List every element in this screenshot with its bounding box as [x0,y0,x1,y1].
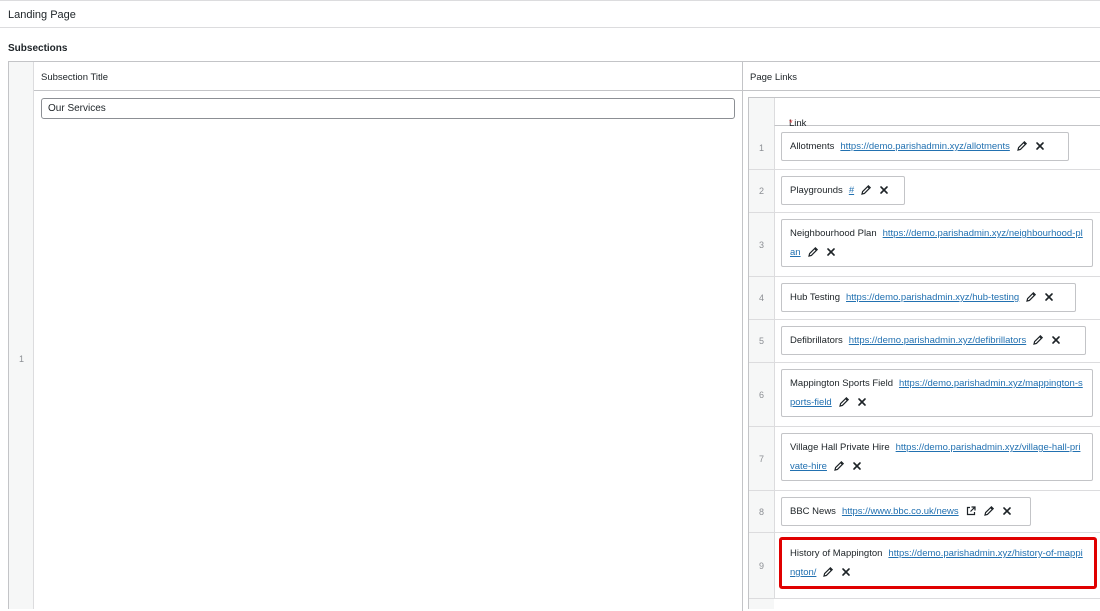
subsections-label: Subsections [8,43,68,54]
close-icon[interactable] [851,460,863,472]
link-cell: Playgrounds # [774,170,1100,212]
link-url[interactable]: https://demo.parishadmin.xyz/defibrillat… [849,335,1026,346]
close-icon[interactable] [840,566,852,578]
close-icon[interactable] [1043,291,1055,303]
link-title: Village Hall Private Hire [790,442,890,453]
link-title: Neighbourhood Plan [790,228,877,239]
link-row: 5 Defibrillators https://demo.parishadmin.… [749,320,1100,363]
subsection-title-cell [34,91,743,611]
page-header: Landing Page [0,0,1100,28]
link-row: 8 BBC News https://www.bbc.co.uk/news [749,491,1100,533]
link-cell: BBC News https://www.bbc.co.uk/news [774,491,1100,532]
pencil-icon[interactable] [1025,291,1037,303]
link-row-number[interactable]: 5 [749,336,774,346]
link-value-box: History of Mappington https://demo.parish… [779,537,1097,589]
link-row-number[interactable]: 6 [749,390,774,400]
link-cell: Defibrillators https://demo.parishadmin.x… [774,320,1100,362]
link-title: BBC News [790,506,836,517]
link-value-box: Defibrillators https://demo.parishadmin.x… [781,326,1086,355]
link-row: 7 Village Hall Private Hire https://demo.p… [749,427,1100,491]
subsection-row-number[interactable]: 1 [9,354,34,364]
column-header-page-links: Page Links [743,62,1100,91]
link-row-number[interactable]: 3 [749,240,774,250]
pencil-icon[interactable] [983,505,995,517]
link-row-number[interactable]: 8 [749,507,774,517]
link-title: Hub Testing [790,292,840,303]
link-cell: Hub Testing https://demo.parishadmin.xyz/… [774,277,1100,319]
link-row: 1 Allotments https://demo.parishadmin.xyz/… [749,126,1100,170]
link-cell: Allotments https://demo.parishadmin.xyz/a… [774,126,1100,169]
link-row: 4 Hub Testing https://demo.parishadmin.xyz… [749,277,1100,320]
subsection-title-input[interactable] [41,98,735,119]
link-value-box: Allotments https://demo.parishadmin.xyz/a… [781,132,1069,161]
close-icon[interactable] [1001,505,1013,517]
link-value-box: Neighbourhood Plan https://demo.parishadm… [781,219,1093,267]
pencil-icon[interactable] [822,566,834,578]
link-value-box: Hub Testing https://demo.parishadmin.xyz/… [781,283,1076,312]
link-value-box: Mappington Sports Field https://demo.pari… [781,369,1093,417]
close-icon[interactable] [1050,334,1062,346]
row-number-column [9,62,34,609]
link-url[interactable]: # [849,185,854,196]
link-row: 6 Mappington Sports Field https://demo.par… [749,363,1100,427]
link-title: Playgrounds [790,185,843,196]
column-header-subsection-title-label: Subsection Title [41,72,109,83]
external-link-icon[interactable] [965,505,977,517]
column-header-page-links-label: Page Links [750,72,798,83]
page-links-table: Link * 1 Allotments https://demo.parishadm… [748,97,1100,609]
link-title: History of Mappington [790,548,883,559]
pencil-icon[interactable] [860,184,872,196]
link-url[interactable]: https://demo.parishadmin.xyz/hub-testing [846,292,1019,303]
link-row: 3 Neighbourhood Plan https://demo.parishad… [749,213,1100,277]
close-icon[interactable] [878,184,890,196]
link-row: 9 History of Mappington https://demo.paris… [749,533,1100,599]
link-row-number[interactable]: 9 [749,561,774,571]
pencil-icon[interactable] [1032,334,1044,346]
column-header-link: Link * [774,98,1100,129]
pencil-icon[interactable] [1016,140,1028,152]
link-title: Defibrillators [790,335,843,346]
link-value-box: BBC News https://www.bbc.co.uk/news [781,497,1031,526]
link-cell: Mappington Sports Field https://demo.pari… [774,363,1100,426]
link-url[interactable]: https://www.bbc.co.uk/news [842,506,959,517]
close-icon[interactable] [1034,140,1046,152]
link-row: 2 Playgrounds # [749,170,1100,213]
link-cell: History of Mappington https://demo.parish… [774,533,1100,598]
link-row-number[interactable]: 4 [749,293,774,303]
link-value-box: Village Hall Private Hire https://demo.pa… [781,433,1093,481]
link-title: Allotments [790,141,835,152]
pencil-icon[interactable] [838,396,850,408]
link-row-number[interactable]: 2 [749,186,774,196]
link-cell: Village Hall Private Hire https://demo.pa… [774,427,1100,490]
pencil-icon[interactable] [807,246,819,258]
link-row-number[interactable]: 1 [749,143,774,153]
link-value-box: Playgrounds # [781,176,905,205]
close-icon[interactable] [825,246,837,258]
page-title: Landing Page [8,9,76,21]
pencil-icon[interactable] [833,460,845,472]
link-title: Mappington Sports Field [790,378,893,389]
close-icon[interactable] [856,396,868,408]
link-row-number[interactable]: 7 [749,454,774,464]
link-cell: Neighbourhood Plan https://demo.parishadm… [774,213,1100,276]
link-url[interactable]: https://demo.parishadmin.xyz/allotments [840,141,1010,152]
column-header-subsection-title: Subsection Title [34,62,743,91]
